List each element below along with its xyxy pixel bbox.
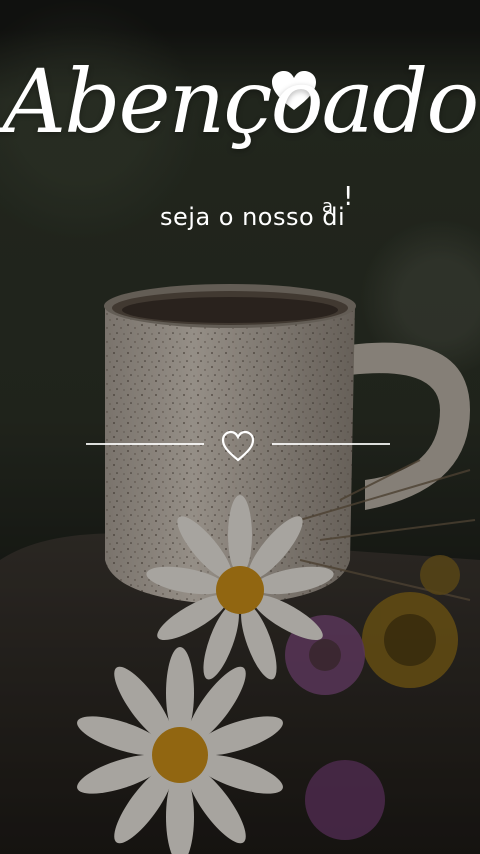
greeting-title: Abençoado — [2, 50, 480, 153]
divider-left — [86, 443, 204, 445]
divider-right — [272, 443, 390, 445]
photo-scene: Abençoado seja o nosso di a ! — [0, 0, 480, 854]
exclamation-mark: ! — [343, 182, 354, 212]
greeting-subtitle-end: a — [322, 196, 334, 217]
heart-outline-icon — [221, 430, 255, 462]
greeting-subtitle: seja o nosso di — [160, 203, 346, 231]
